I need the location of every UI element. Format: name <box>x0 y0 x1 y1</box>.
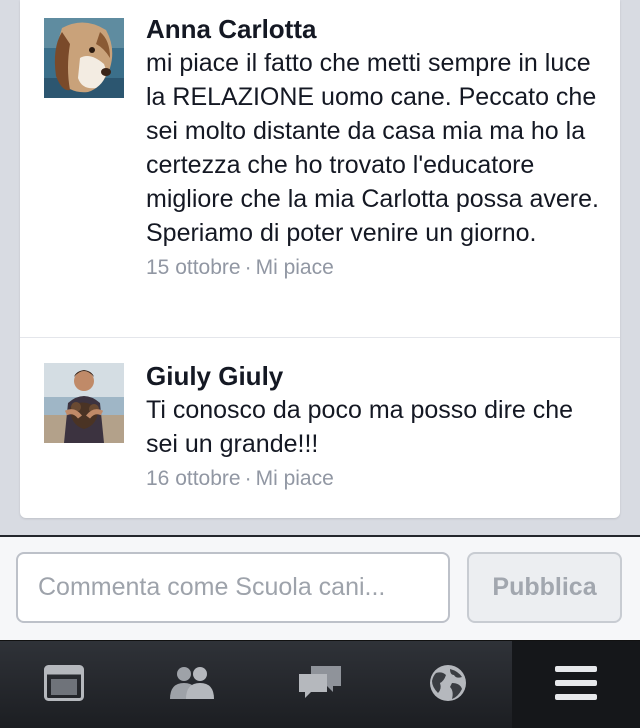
comments-feed: Anna Carlotta mi piace il fatto che mett… <box>0 0 640 535</box>
menu-icon <box>555 665 597 705</box>
avatar[interactable] <box>44 18 124 98</box>
comments-card: Anna Carlotta mi piace il fatto che mett… <box>20 0 620 518</box>
comment-item: Anna Carlotta mi piace il fatto che mett… <box>20 0 620 338</box>
comment-meta: 16 ottobre · Mi piace <box>146 463 606 495</box>
meta-separator: · <box>244 256 252 279</box>
comment-date[interactable]: 15 ottobre <box>146 256 241 279</box>
like-link[interactable]: Mi piace <box>256 467 334 490</box>
comment-item: Giuly Giuly Ti conosco da poco ma posso … <box>20 339 620 518</box>
globe-icon <box>428 663 468 708</box>
comment-author[interactable]: Giuly Giuly <box>146 359 606 393</box>
tab-menu[interactable] <box>512 641 640 728</box>
comment-input[interactable] <box>16 552 450 623</box>
comment-date[interactable]: 16 ottobre <box>146 467 241 490</box>
tab-news-feed[interactable] <box>0 641 128 728</box>
comment-composer: Pubblica <box>0 535 640 640</box>
comment-body: Giuly Giuly Ti conosco da poco ma posso … <box>146 359 606 495</box>
comment-text: Ti conosco da poco ma posso dire che sei… <box>146 396 574 458</box>
comment-body: Anna Carlotta mi piace il fatto che mett… <box>146 12 606 284</box>
bottom-tab-bar <box>0 640 640 728</box>
tab-notifications[interactable] <box>384 641 512 728</box>
like-link[interactable]: Mi piace <box>256 256 334 279</box>
comment-author[interactable]: Anna Carlotta <box>146 12 606 46</box>
comment-meta: 15 ottobre · Mi piace <box>146 252 606 284</box>
messages-icon <box>297 664 343 707</box>
friends-icon <box>168 665 216 706</box>
avatar[interactable] <box>44 363 124 443</box>
tab-friends[interactable] <box>128 641 256 728</box>
tab-messages[interactable] <box>256 641 384 728</box>
publish-button[interactable]: Pubblica <box>467 552 622 623</box>
news-feed-icon <box>44 664 84 706</box>
comment-text: mi piace il fatto che metti sempre in lu… <box>146 49 599 247</box>
meta-separator: · <box>244 467 252 490</box>
